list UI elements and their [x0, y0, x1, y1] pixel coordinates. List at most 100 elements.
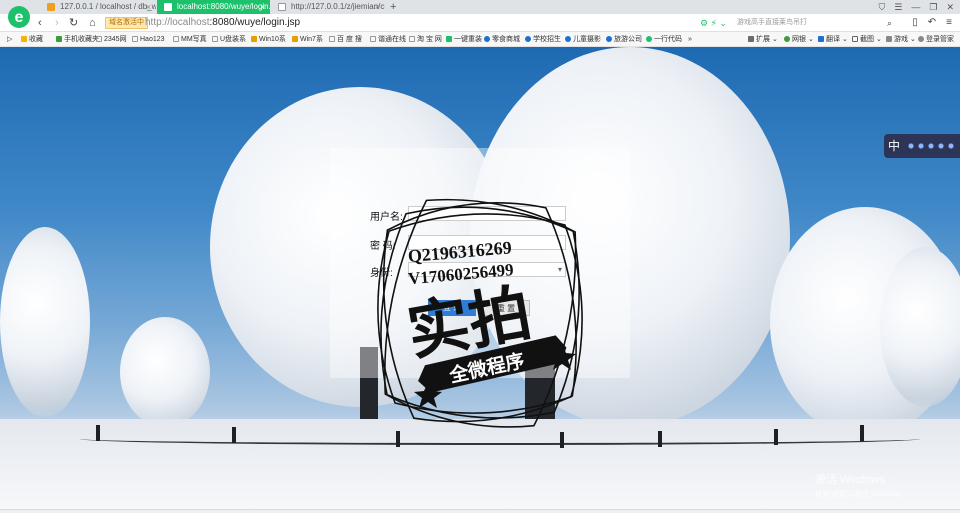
banking-button[interactable]: 网银 ⌄ [784, 32, 814, 47]
tab-login[interactable]: localhost:8080/wuye/login.jsp × [157, 0, 270, 14]
speed-icon[interactable]: ⚙ ⚡ ⌄ [700, 16, 727, 30]
bookmark-item[interactable]: 儿童摄影 [565, 32, 601, 47]
globe-icon [565, 36, 571, 42]
bookmarks-bar: ▷ 收藏 手机收藏夹 2345网 Hao123 MM写真 U盘装系 Win10系… [0, 32, 960, 47]
bookmark-item[interactable]: 手机收藏夹 [56, 32, 99, 47]
background-tree [120, 317, 210, 427]
address-bar: ‹ › ↻ ⌂ 域名激活中 http://localhost:8080/wuye… [0, 14, 960, 32]
skin-icon[interactable]: ⛉ [879, 0, 886, 14]
page-icon [409, 36, 415, 42]
bookmark-item[interactable]: 谐通在线 [370, 32, 406, 47]
undo-icon[interactable]: ↶ [928, 15, 936, 31]
screenshot-button[interactable]: 截图 ⌄ [852, 32, 882, 47]
scissors-icon [852, 36, 858, 42]
close-icon[interactable]: × [375, 0, 380, 14]
fence-post [658, 431, 662, 447]
bookmark-item[interactable]: Win10系 [251, 32, 286, 47]
globe-icon [646, 36, 652, 42]
translate-icon [818, 36, 824, 42]
globe-icon [606, 36, 612, 42]
close-window-icon[interactable]: ✕ [946, 0, 954, 14]
phpmyadmin-icon [47, 3, 55, 11]
bookmark-item[interactable]: 百 度 搜 [329, 32, 362, 47]
watermark-stamp: Q2196316269 V17060256499 实拍 全微程序 [377, 198, 583, 428]
url-text[interactable]: http://localhost:8080/wuye/login.jsp [145, 16, 300, 30]
page-content: 用户名: 密 码: 身份: 登 录 重 置 Q2196316269 V17060… [0, 47, 960, 509]
minimize-icon[interactable]: — [911, 0, 920, 14]
domain-badge: 域名激活中 [105, 17, 148, 29]
bookmark-item[interactable]: 一行代码 [646, 32, 682, 47]
tab-jiemian[interactable]: http://127.0.0.1/z/jiemian/cre × [271, 0, 385, 14]
background-tree [880, 247, 960, 407]
bookmark-item[interactable]: Hao123 [132, 32, 165, 47]
bank-icon [784, 36, 790, 42]
new-tab-icon[interactable]: + [390, 0, 396, 14]
tab-label: 127.0.0.1 / localhost / db_wu [60, 2, 156, 11]
toolbar-right: ▯ ↶ ≡ [912, 15, 952, 31]
reload-icon[interactable]: ↻ [69, 15, 78, 31]
bookmark-item[interactable]: 旅游公司 [606, 32, 642, 47]
translate-button[interactable]: 翻译 ⌄ [818, 32, 848, 47]
bookmark-item[interactable]: U盘装系 [212, 32, 246, 47]
ime-tools[interactable] [906, 142, 956, 150]
close-icon[interactable]: × [146, 0, 151, 14]
activation-subtitle: 转到"设置"以激活 Windows。 [815, 491, 907, 498]
activation-title: 激活 Windows [815, 474, 885, 486]
bookmark-item[interactable]: 一键重装 [446, 32, 482, 47]
windows-activation-watermark: 激活 Windows 转到"设置"以激活 Windows。 [815, 471, 906, 499]
star-icon [21, 36, 27, 42]
bookmark-item[interactable]: 淘 宝 网 [409, 32, 442, 47]
extensions-button[interactable]: 扩展 ⌄ [748, 32, 778, 47]
fence-post [560, 432, 564, 448]
close-icon[interactable]: × [260, 0, 265, 14]
sidebar-toggle-icon[interactable]: ▷ [7, 32, 12, 47]
fence-post [774, 429, 778, 445]
bookmark-item[interactable]: MM写真 [173, 32, 207, 47]
home-icon[interactable]: ⌂ [89, 15, 96, 31]
page-icon [96, 36, 102, 42]
page-icon [329, 36, 335, 42]
fence-post [96, 425, 100, 441]
page-icon [212, 36, 218, 42]
globe-icon [525, 36, 531, 42]
page-icon [164, 3, 172, 11]
maximize-icon[interactable]: ❐ [929, 0, 937, 14]
bookmark-item[interactable]: Win7系 [292, 32, 323, 47]
back-icon[interactable]: ‹ [38, 15, 42, 31]
windows-icon [251, 36, 257, 42]
status-bar [0, 509, 960, 513]
background-tree [0, 227, 90, 417]
ime-label: 中 [888, 139, 901, 153]
menu-icon[interactable]: ≡ [946, 15, 952, 31]
globe-icon [484, 36, 490, 42]
tab-strip: 127.0.0.1 / localhost / db_wu × localhos… [0, 0, 960, 14]
page-icon [278, 3, 286, 11]
games-button[interactable]: 游戏 ⌄ [886, 32, 916, 47]
gamepad-icon [886, 36, 892, 42]
bookmark-more[interactable]: » [688, 32, 692, 47]
search-input[interactable]: 游戏高手直接莱鸟吊打 [737, 16, 897, 30]
menu-icon[interactable]: ☰ [894, 0, 902, 14]
url-field[interactable]: 域名激活中 http://localhost:8080/wuye/login.j… [105, 16, 725, 30]
window-controls: ⛉ ☰ — ❐ ✕ [879, 0, 954, 14]
page-icon [446, 36, 452, 42]
tab-phpmyadmin[interactable]: 127.0.0.1 / localhost / db_wu × [40, 0, 156, 14]
reading-icon[interactable]: ▯ [912, 15, 918, 31]
fence-rope [80, 433, 920, 445]
windows-icon [292, 36, 298, 42]
tab-label: http://127.0.0.1/z/jiemian/cre [291, 2, 385, 11]
extensions-icon [748, 36, 754, 42]
bookmark-item[interactable]: 学校招生 [525, 32, 561, 47]
ime-widget[interactable]: 中 [884, 134, 960, 158]
bookmark-item[interactable]: 零食商城 [484, 32, 520, 47]
login-manager-button[interactable]: 登录管家 [918, 32, 954, 47]
bookmark-item[interactable]: 收藏 [21, 32, 43, 47]
search-icon[interactable]: ⌕ [887, 15, 892, 31]
fence-post [860, 425, 864, 441]
page-icon [132, 36, 138, 42]
tab-label: localhost:8080/wuye/login.jsp [177, 2, 270, 11]
page-icon [370, 36, 376, 42]
bookmark-item[interactable]: 2345网 [96, 32, 127, 47]
page-icon [173, 36, 179, 42]
forward-icon[interactable]: › [55, 15, 59, 31]
